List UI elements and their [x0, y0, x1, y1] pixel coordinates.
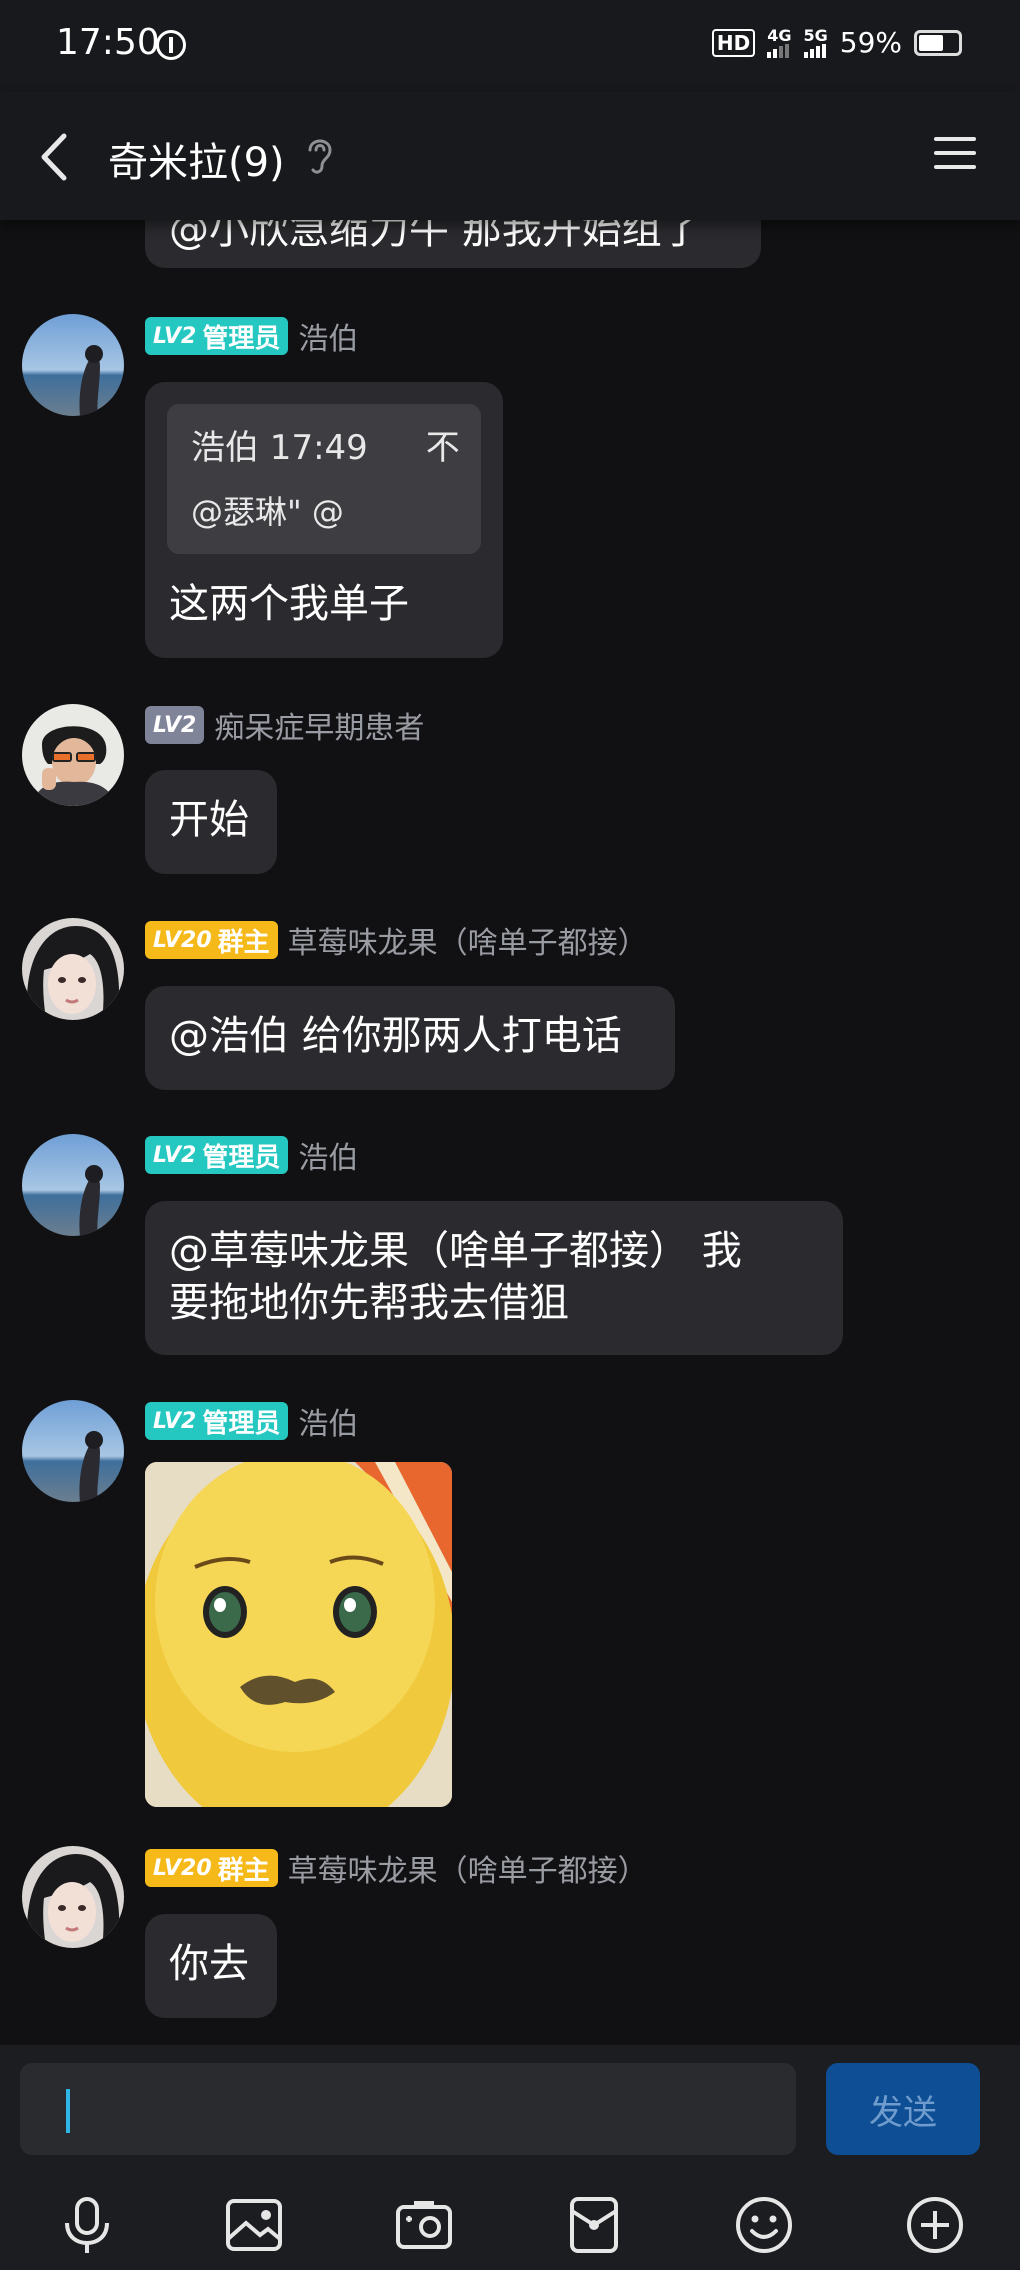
- image-icon[interactable]: [222, 2193, 286, 2257]
- avatar[interactable]: [22, 918, 124, 1020]
- message-text: 开始: [169, 797, 249, 843]
- page-title[interactable]: 奇米拉(9): [108, 130, 285, 188]
- sender-info: LV2 管理员 浩伯: [145, 1133, 358, 1177]
- message-bubble[interactable]: 你去: [145, 1914, 277, 2018]
- admin-badge: LV2 管理员: [145, 317, 289, 355]
- ear-icon[interactable]: [300, 132, 340, 178]
- level-badge: LV2: [145, 706, 205, 744]
- message-text: 这两个我单子: [169, 581, 409, 627]
- sender-info: LV20 群主 草莓味龙果（啥单子都接）: [145, 918, 648, 962]
- admin-badge: LV2 管理员: [145, 1136, 289, 1174]
- sender-info: LV20 群主 草莓味龙果（啥单子都接）: [145, 1846, 648, 1890]
- sender-info: LV2 管理员 浩伯: [145, 1399, 358, 1443]
- camera-icon[interactable]: [392, 2193, 456, 2257]
- input-bar: 发送: [0, 2045, 1020, 2270]
- chevron-left-icon: [41, 133, 67, 181]
- chat-list[interactable]: @小欣急缩力牛 那我开始组了 LV2 管理员 浩伯 浩伯 17:49 不 @瑟琳" …: [0, 0, 1020, 2045]
- message-text: 你去: [169, 1941, 249, 1987]
- yellow-character-sticker[interactable]: [145, 1462, 452, 1807]
- admin-badge: LV2 管理员: [145, 1402, 289, 1440]
- avatar[interactable]: [22, 314, 124, 416]
- avatar[interactable]: [22, 704, 124, 806]
- message-bubble[interactable]: 浩伯 17:49 不 @瑟琳" @ 这两个我单子: [145, 382, 503, 658]
- red-packet-icon[interactable]: [562, 2193, 626, 2257]
- quote-header: 浩伯 17:49 不: [191, 428, 460, 468]
- message-text-line: 要拖地你先帮我去借狙: [169, 1280, 569, 1326]
- send-button[interactable]: 发送: [826, 2063, 980, 2155]
- sender-name[interactable]: 草莓味龙果（啥单子都接）: [288, 1846, 648, 1890]
- emoji-icon[interactable]: [732, 2193, 796, 2257]
- message-bubble[interactable]: @草莓味龙果（啥单子都接） 我 要拖地你先帮我去借狙: [145, 1201, 843, 1355]
- hamburger-menu-icon[interactable]: [930, 128, 980, 178]
- text-cursor: [66, 2089, 70, 2133]
- group-owner-badge: LV20 群主: [145, 1849, 278, 1887]
- avatar[interactable]: [22, 1400, 124, 1502]
- sender-name[interactable]: 浩伯: [298, 1399, 358, 1443]
- quote-body: @瑟琳" @: [191, 493, 344, 531]
- sender-name[interactable]: 草莓味龙果（啥单子都接）: [288, 918, 648, 962]
- avatar[interactable]: [22, 1134, 124, 1236]
- sender-name[interactable]: 浩伯: [298, 1133, 358, 1177]
- sender-name[interactable]: 浩伯: [298, 314, 358, 358]
- quoted-message[interactable]: 浩伯 17:49 不 @瑟琳" @: [167, 404, 481, 554]
- message-input[interactable]: [20, 2063, 796, 2155]
- plus-icon[interactable]: [903, 2193, 967, 2257]
- microphone-icon[interactable]: [55, 2193, 119, 2257]
- message-bubble[interactable]: 开始: [145, 770, 277, 874]
- message-text: @浩伯 给你那两人打电话: [169, 1013, 622, 1059]
- group-owner-badge: LV20 群主: [145, 921, 278, 959]
- sender-name[interactable]: 痴呆症早期患者: [214, 703, 424, 747]
- back-button[interactable]: [30, 122, 84, 192]
- sender-info: LV2 管理员 浩伯: [145, 314, 358, 358]
- avatar[interactable]: [22, 1846, 124, 1948]
- sender-info: LV2 痴呆症早期患者: [145, 703, 424, 747]
- message-bubble[interactable]: @浩伯 给你那两人打电话: [145, 986, 675, 1090]
- message-text-line: @草莓味龙果（啥单子都接） 我: [169, 1228, 742, 1274]
- chat-header: 奇米拉(9): [0, 92, 1020, 220]
